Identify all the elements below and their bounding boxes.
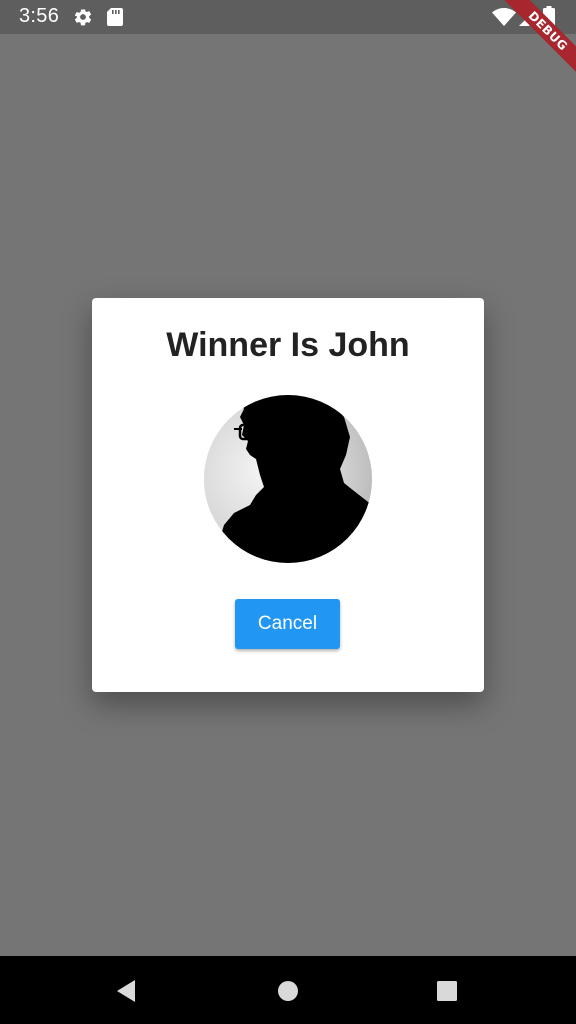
wifi-icon [492,8,516,26]
recents-icon[interactable] [432,976,462,1006]
back-icon[interactable] [113,976,143,1006]
cancel-button[interactable]: Cancel [235,599,340,649]
battery-icon [543,6,555,28]
signal-icon [519,8,537,26]
navigation-bar [0,956,576,1024]
settings-icon [74,9,92,26]
status-time: 3:56 [19,5,60,27]
sd-card-icon [107,8,123,26]
silhouette-portrait-image [204,395,372,563]
winner-dialog: Winner Is John Cancel [92,298,484,692]
status-bar: 3:56 [0,0,576,34]
winner-avatar [204,395,372,563]
dialog-title: Winner Is John [166,326,410,364]
home-icon[interactable] [273,976,303,1006]
